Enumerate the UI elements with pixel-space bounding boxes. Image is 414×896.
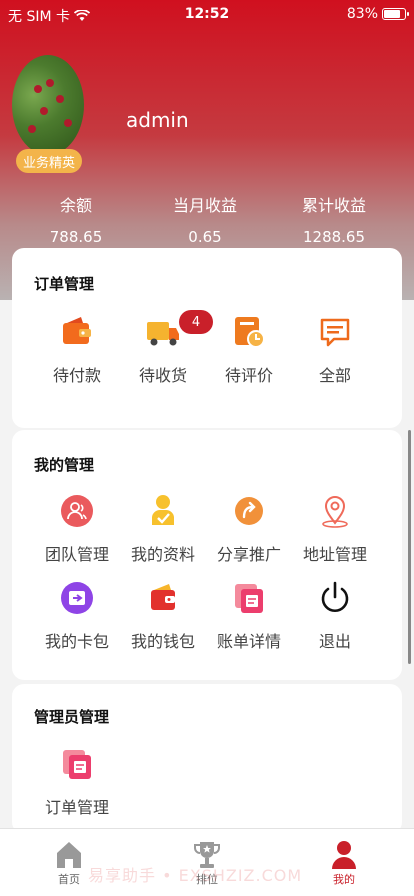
stat-value: 0.65 xyxy=(188,228,222,246)
share-icon xyxy=(231,493,267,529)
item-label: 待收货 xyxy=(138,366,187,385)
order-all[interactable]: 全部 xyxy=(292,314,378,386)
item-label: 我的资料 xyxy=(130,545,195,564)
address-management[interactable]: 地址管理 xyxy=(292,493,378,565)
stats-row: 余额 788.65 当月收益 0.65 累计收益 1288.65 xyxy=(0,192,414,252)
stat-value: 788.65 xyxy=(49,228,103,246)
section-title: 管理员管理 xyxy=(34,708,110,726)
stat-total-income[interactable]: 累计收益 1288.65 xyxy=(274,192,394,246)
item-label: 账单详情 xyxy=(216,632,281,651)
tab-label: 排位 xyxy=(196,873,218,886)
item-label: 全部 xyxy=(318,366,351,385)
profile-icon xyxy=(145,493,181,529)
truck-icon: 4 xyxy=(145,310,213,350)
member-badge: 业务精英 xyxy=(16,149,82,173)
bill-icon xyxy=(59,746,95,782)
item-label: 分享推广 xyxy=(216,545,281,564)
stat-label: 余额 xyxy=(59,196,92,215)
item-label: 待付款 xyxy=(52,366,101,385)
logout[interactable]: 退出 xyxy=(292,580,378,652)
bill-icon xyxy=(231,580,267,616)
admin-management-card: 管理员管理 订单管理 xyxy=(12,684,402,834)
order-management-card: 订单管理 待付款 4 待收货 待评价 全部 xyxy=(12,248,402,428)
stat-monthly-income[interactable]: 当月收益 0.65 xyxy=(145,192,265,246)
tab-ranking[interactable]: 排位 xyxy=(167,839,247,887)
tab-home[interactable]: 首页 xyxy=(29,839,109,887)
my-wallet[interactable]: 我的钱包 xyxy=(120,580,206,652)
item-label: 订单管理 xyxy=(44,798,109,817)
bill-details[interactable]: 账单详情 xyxy=(206,580,292,652)
item-label: 我的钱包 xyxy=(130,632,195,651)
stat-value: 1288.65 xyxy=(302,228,366,246)
my-card-wallet[interactable]: 我的卡包 xyxy=(34,580,120,652)
tab-label: 首页 xyxy=(58,873,80,886)
avatar[interactable] xyxy=(12,55,84,155)
my-profile[interactable]: 我的资料 xyxy=(120,493,206,565)
section-title: 我的管理 xyxy=(34,456,95,474)
stat-balance[interactable]: 余额 788.65 xyxy=(16,192,136,246)
message-list-icon xyxy=(317,314,353,350)
order-pending-receipt[interactable]: 4 待收货 xyxy=(120,310,213,386)
section-title: 订单管理 xyxy=(34,275,95,293)
tab-mine[interactable]: 我的 xyxy=(304,839,384,887)
item-label: 团队管理 xyxy=(44,545,109,564)
item-label: 待评价 xyxy=(224,366,273,385)
user-icon xyxy=(329,839,359,871)
card-wallet-icon xyxy=(59,580,95,616)
wallet-icon xyxy=(145,580,181,616)
location-icon xyxy=(317,493,353,529)
tab-label: 我的 xyxy=(333,873,355,886)
stat-label: 累计收益 xyxy=(301,196,366,215)
item-label: 地址管理 xyxy=(302,545,367,564)
tab-bar: 首页 排位 我的 xyxy=(0,828,414,896)
order-pending-payment[interactable]: 待付款 xyxy=(34,314,120,386)
stat-label: 当月收益 xyxy=(172,196,237,215)
battery-info: 83% xyxy=(346,6,409,22)
battery-percent: 83% xyxy=(346,6,378,22)
item-label: 退出 xyxy=(318,632,351,651)
home-icon xyxy=(54,839,84,871)
share-promotion[interactable]: 分享推广 xyxy=(206,493,292,565)
team-management[interactable]: 团队管理 xyxy=(34,493,120,565)
scrollbar[interactable] xyxy=(408,430,411,664)
battery-icon xyxy=(382,8,409,20)
review-icon xyxy=(231,314,267,350)
username: admin xyxy=(126,108,189,132)
order-pending-review[interactable]: 待评价 xyxy=(206,314,292,386)
my-management-card: 我的管理 团队管理 我的资料 分享推广 地址管理 我的卡包 我的钱包 账单详情 … xyxy=(12,430,402,680)
team-icon xyxy=(59,493,95,529)
trophy-icon xyxy=(192,839,222,871)
admin-order-management[interactable]: 订单管理 xyxy=(34,746,120,818)
status-bar: 无 SIM 卡 12:52 83% xyxy=(0,0,414,30)
item-label: 我的卡包 xyxy=(44,632,109,651)
power-icon xyxy=(317,580,353,616)
wallet-icon xyxy=(59,314,95,350)
